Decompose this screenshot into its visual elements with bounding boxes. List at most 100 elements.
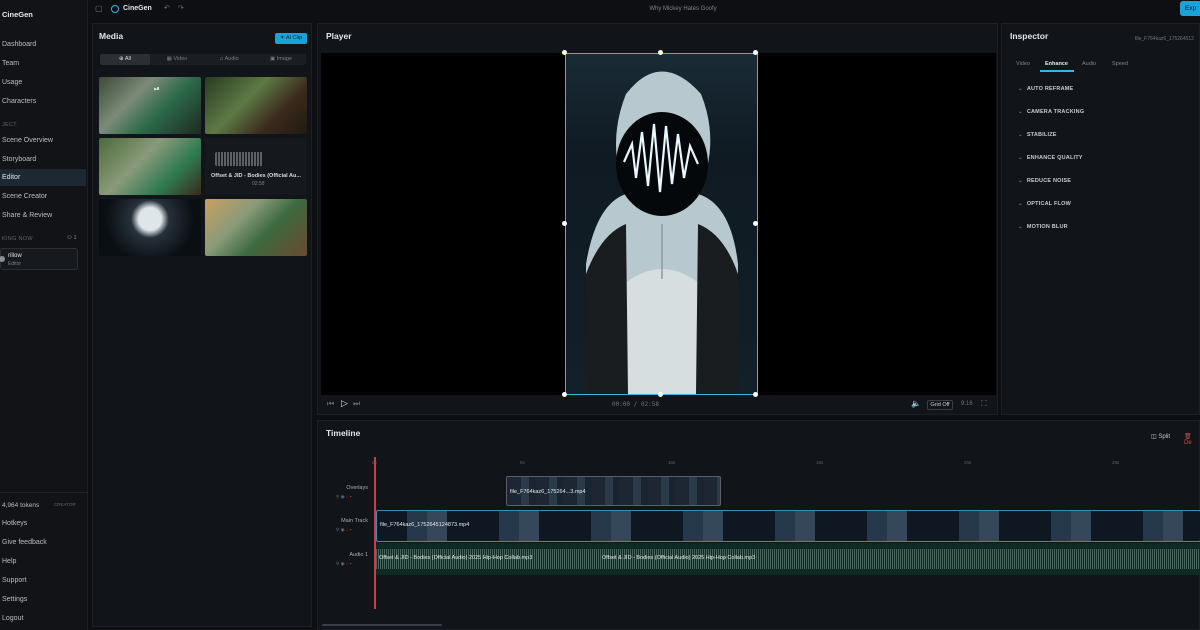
filter-tab-video[interactable]: ▦ Video xyxy=(152,54,202,65)
tab-video[interactable]: Video xyxy=(1016,61,1030,67)
mute-icon[interactable]: ◌ xyxy=(346,494,349,499)
resize-handle[interactable] xyxy=(753,50,758,55)
trash-icon[interactable]: ▪ xyxy=(350,494,352,499)
main-track-clip[interactable]: file_F764kaz6_1752645124873.mp4 xyxy=(376,510,1200,542)
filter-tab-image[interactable]: ▣ Image xyxy=(256,54,306,65)
sidebar-toggle-icon[interactable]: ▢ xyxy=(95,4,103,13)
presence-role: Editor xyxy=(8,261,22,267)
skip-forward-icon[interactable]: ⏭ xyxy=(353,399,360,409)
skip-back-icon[interactable]: ⏮ xyxy=(327,399,334,409)
eye-icon[interactable]: ◉ xyxy=(341,561,345,566)
resize-handle[interactable] xyxy=(562,50,567,55)
sidebar-item-help[interactable]: Help xyxy=(0,553,86,570)
sidebar-item-scene-creator[interactable]: Scene Creator xyxy=(0,188,86,205)
volume-icon[interactable]: 🔈 xyxy=(911,399,921,408)
sidebar-item-share-review[interactable]: Share & Review xyxy=(0,207,86,224)
enhance-motion-blur[interactable]: ⌄ MOTION BLUR xyxy=(1018,224,1068,230)
media-thumb-alien-selfie[interactable] xyxy=(205,199,307,256)
time-separator: / xyxy=(633,401,638,408)
delete-button[interactable]: 🗑 De xyxy=(1184,433,1199,446)
enhance-stabilize[interactable]: ⌄ STABILIZE xyxy=(1018,132,1057,138)
inspector-file-name: file_F764kaz6_175264512 xyxy=(1135,36,1194,42)
project-section-label: JECT xyxy=(2,122,17,128)
sidebar-item-storyboard[interactable]: Storyboard xyxy=(0,151,86,168)
sidebar-item-hotkeys[interactable]: Hotkeys xyxy=(0,515,86,532)
time-current: 00:00 xyxy=(612,401,631,408)
inspector-panel: Inspector file_F764kaz6_175264512 Video … xyxy=(1001,23,1200,415)
sidebar-item-editor[interactable]: Editor xyxy=(0,169,86,186)
resize-handle[interactable] xyxy=(658,50,663,55)
enhance-camera-tracking[interactable]: ⌄ CAMERA TRACKING xyxy=(1018,109,1084,115)
working-now-label: KING NOW xyxy=(2,236,33,242)
media-panel: Media ✦ AI Clip ⊕ All ▦ Video ♫ Audio ▣ … xyxy=(92,23,312,627)
ruler-tick: 5s xyxy=(520,460,525,465)
logo-icon xyxy=(111,5,119,13)
split-label: Split xyxy=(1158,434,1171,440)
redo-icon[interactable]: ↷ xyxy=(178,4,184,12)
chevron-down-icon: ⌄ xyxy=(1018,109,1023,115)
filter-tab-all[interactable]: ⊕ All xyxy=(100,54,150,65)
chevron-down-icon: ⌄ xyxy=(1018,201,1023,207)
trash-icon[interactable]: ▪ xyxy=(350,561,352,566)
media-thumb-alien-forest[interactable] xyxy=(99,138,201,195)
lock-icon[interactable]: ⚲ xyxy=(336,561,339,566)
tab-audio[interactable]: Audio xyxy=(1082,61,1096,67)
split-button[interactable]: ◫ Split xyxy=(1151,433,1170,440)
export-button[interactable]: Exp xyxy=(1180,1,1200,16)
mute-icon[interactable]: ◌ xyxy=(346,527,349,532)
time-display: 00:00 / 02:58 xyxy=(612,401,659,408)
sidebar-item-settings[interactable]: Settings xyxy=(0,591,86,608)
playhead[interactable] xyxy=(374,457,376,609)
eye-icon[interactable]: ◉ xyxy=(341,527,345,532)
media-thumb-hooded-figure[interactable] xyxy=(99,199,201,256)
audio-clip-name-2: Offset & JID - Bodies (Official Audio) 2… xyxy=(602,555,756,561)
enhance-label: ENHANCE QUALITY xyxy=(1026,155,1083,161)
sidebar-item-scene-overview[interactable]: Scene Overview xyxy=(0,132,86,149)
resize-handle[interactable] xyxy=(753,221,758,226)
lock-icon[interactable]: ⚲ xyxy=(336,527,339,532)
player-controls: ⏮ ▷ ⏭ 00:00 / 02:58 🔈 Grid Off 9:16 ⛶ xyxy=(321,397,996,413)
grid-toggle-button[interactable]: Grid Off xyxy=(927,400,953,410)
presence-card[interactable]: rillow Editor xyxy=(0,248,78,270)
timeline-scrollbar[interactable] xyxy=(322,624,442,626)
aspect-ratio[interactable]: 9:16 xyxy=(961,401,973,407)
filter-tab-label: All xyxy=(124,56,131,62)
sidebar-item-usage[interactable]: Usage xyxy=(0,74,86,91)
ruler-tick: 10s xyxy=(668,460,676,465)
image-icon: ▣ xyxy=(269,56,276,62)
media-thumb-forest-walk[interactable] xyxy=(205,77,307,134)
media-thumb-alien-car[interactable]: ⏯ xyxy=(99,77,201,134)
lock-icon[interactable]: ⚲ xyxy=(336,494,339,499)
play-button-icon[interactable]: ▷ xyxy=(341,398,348,409)
overlay-clip[interactable]: file_F764kaz6_175264...3.mp4 xyxy=(506,476,721,506)
sidebar-item-dashboard[interactable]: Dashboard xyxy=(0,36,86,53)
tab-enhance[interactable]: Enhance xyxy=(1045,61,1068,67)
audio-item-duration: 02:58 xyxy=(252,181,265,187)
video-preview[interactable] xyxy=(565,53,758,395)
sidebar-item-team[interactable]: Team xyxy=(0,55,86,72)
mute-icon[interactable]: ◌ xyxy=(346,561,349,566)
player-stage[interactable] xyxy=(321,50,996,397)
sidebar-item-support[interactable]: Support xyxy=(0,572,86,589)
ai-clip-button[interactable]: ✦ AI Clip xyxy=(275,33,307,44)
sidebar-item-give-feedback[interactable]: Give feedback xyxy=(0,534,86,551)
sidebar-item-logout[interactable]: Logout xyxy=(0,610,86,627)
sidebar-item-characters[interactable]: Characters xyxy=(0,93,86,110)
chevron-down-icon: ⌄ xyxy=(1018,132,1023,138)
media-audio-item[interactable]: Offset & JID - Bodies (Official Au... 02… xyxy=(205,138,307,195)
enhance-reduce-noise[interactable]: ⌄ REDUCE NOISE xyxy=(1018,178,1071,184)
eye-icon[interactable]: ◉ xyxy=(341,494,345,499)
trash-icon[interactable]: ▪ xyxy=(350,527,352,532)
brand-logo[interactable]: CineGen xyxy=(2,10,33,19)
enhance-quality[interactable]: ⌄ ENHANCE QUALITY xyxy=(1018,155,1083,161)
audio-clip[interactable]: Offset & JID - Bodies (Official Audio) 2… xyxy=(376,543,1200,575)
enhance-auto-reframe[interactable]: ⌄ AUTO REFRAME xyxy=(1018,86,1073,92)
undo-icon[interactable]: ↶ xyxy=(164,4,170,12)
project-title[interactable]: Why Mickey Hates Goofy xyxy=(628,6,738,12)
tab-speed[interactable]: Speed xyxy=(1112,61,1128,67)
overlay-clip-name: file_F764kaz6_175264...3.mp4 xyxy=(510,489,586,495)
resize-handle[interactable] xyxy=(562,221,567,226)
enhance-optical-flow[interactable]: ⌄ OPTICAL FLOW xyxy=(1018,201,1071,207)
fullscreen-icon[interactable]: ⛶ xyxy=(981,399,987,409)
filter-tab-audio[interactable]: ♫ Audio xyxy=(204,54,254,65)
